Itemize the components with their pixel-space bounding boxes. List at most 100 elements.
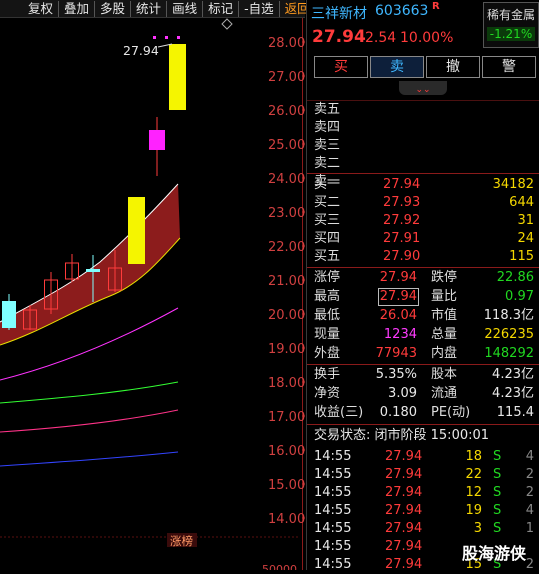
stat-row: 现量 1234 总量 226235: [314, 327, 534, 342]
trade-status: 交易状态: 闭市阶段 15:00:01: [314, 428, 490, 443]
stat-row: 外盘 77943 内盘 148292: [314, 346, 534, 361]
tick-row: 14:55 27.94 12 S 2: [314, 485, 534, 500]
y-tick-22: 22.00: [268, 240, 305, 255]
toolbar-statistics[interactable]: 统计: [131, 0, 168, 17]
chart-toolbar: 复权 叠加 多股 统计 画线 标记 -自选 返回: [0, 0, 310, 18]
vol-ratio-value: 0.97: [505, 289, 534, 304]
limit-down-value: 22.86: [496, 270, 534, 285]
marker-dot: [153, 36, 156, 39]
sector-change: -1.21%: [487, 27, 535, 41]
cur-vol-value: 1234: [383, 327, 417, 342]
sell-button[interactable]: 卖: [370, 56, 424, 78]
y-tick-17: 17.00: [268, 410, 305, 425]
bid-price: 27.93: [383, 195, 421, 210]
high-value: 27.94: [377, 288, 419, 306]
turnover-value: 5.35%: [375, 367, 417, 382]
limit-up-value: 27.94: [379, 270, 417, 285]
watermark: 股海游侠: [462, 544, 527, 563]
y-tick-15: 15.00: [268, 478, 305, 493]
buy-button[interactable]: 买: [314, 56, 368, 78]
double-chevron-down-icon: ⌄⌄: [415, 85, 431, 95]
bid-price: 27.91: [383, 231, 421, 246]
toolbar-overlay[interactable]: 叠加: [59, 0, 96, 17]
y-tick-19: 19.00: [268, 342, 305, 357]
fund-row: 收益(三) 0.180 PE(动) 115.4: [314, 405, 534, 420]
ma60-line: [0, 409, 179, 433]
ma120-line: [0, 451, 179, 467]
total-vol-value: 226235: [484, 327, 534, 342]
low-value: 26.04: [379, 308, 417, 323]
tick-row: 14:55 27.94 18 S 4: [314, 449, 534, 464]
y-tick-21: 21.00: [268, 274, 305, 289]
y-tick-18: 18.00: [268, 376, 305, 391]
quote-panel: 三祥新材 603663 R 稀有金属 -1.21% 27.94 2.54 10.…: [306, 0, 539, 572]
stat-row: 最高 27.94 量比 0.97: [314, 288, 534, 306]
volume-axis-label: 50000: [262, 563, 297, 570]
diamond-icon[interactable]: [221, 18, 233, 30]
tick-row: 14:55 27.94 22 S 2: [314, 467, 534, 482]
limit-up-candle: [169, 44, 186, 110]
fund-row: 净资 3.09 流通 4.23亿: [314, 386, 534, 401]
nav-value: 3.09: [388, 386, 417, 401]
bid-row: 买五 27.90 115: [314, 249, 534, 264]
outer-value: 77943: [375, 346, 417, 361]
mkt-cap-value: 118.3亿: [483, 308, 534, 323]
eps-value: 0.180: [379, 405, 417, 420]
ask-row: 卖五: [314, 102, 341, 117]
stock-name: 三祥新材: [311, 6, 367, 22]
toolbar-restore-rights[interactable]: 复权: [0, 0, 60, 17]
stock-code: 603663: [375, 3, 429, 19]
tick-row: 14:55 27.94 19 S 4: [314, 503, 534, 518]
collapse-toggle[interactable]: ⌄⌄: [399, 81, 447, 95]
candle: [2, 301, 16, 328]
y-tick-26: 26.00: [268, 104, 305, 119]
ma30-line: [0, 381, 179, 404]
inner-value: 148292: [484, 346, 534, 361]
pe-value: 115.4: [496, 405, 534, 420]
y-tick-24: 24.00: [268, 172, 305, 187]
bid-price: 27.94: [383, 177, 421, 192]
bid-row: 买四 27.91 24: [314, 231, 534, 246]
bid-row: 买一 27.94 34182: [314, 177, 534, 192]
toolbar-draw-line[interactable]: 画线: [167, 0, 204, 17]
toolbar-multi-stock[interactable]: 多股: [95, 0, 132, 17]
limit-up-candle: [128, 197, 145, 264]
y-tick-23: 23.00: [268, 206, 305, 221]
bid-volume: 115: [509, 249, 534, 264]
stat-row: 涨停 27.94 跌停 22.86: [314, 270, 534, 285]
limit-tag: 涨榜: [170, 534, 193, 548]
cancel-button[interactable]: 撤: [426, 56, 480, 78]
toolbar-watchlist[interactable]: -自选: [239, 0, 280, 17]
y-tick-25: 25.00: [268, 138, 305, 153]
bid-volume: 644: [509, 195, 534, 210]
bid-volume: 31: [517, 213, 534, 228]
bid-row: 买二 27.93 644: [314, 195, 534, 210]
y-axis-ticks: 28.00 27.00 26.00 25.00 24.00 23.00 22.0…: [268, 36, 305, 527]
bid-row: 买三 27.92 31: [314, 213, 534, 228]
candle: [149, 130, 165, 150]
last-price: 27.94: [312, 27, 366, 47]
bid-volume: 24: [517, 231, 534, 246]
sector-box[interactable]: 稀有金属 -1.21%: [483, 2, 539, 48]
toolbar-mark[interactable]: 标记: [203, 0, 240, 17]
fund-row: 换手 5.35% 股本 4.23亿: [314, 367, 534, 382]
alert-button[interactable]: 警: [482, 56, 536, 78]
marker-dot: [177, 36, 180, 39]
kline-chart[interactable]: 28.00 27.00 26.00 25.00 24.00 23.00 22.0…: [0, 18, 305, 570]
bid-volume: 34182: [492, 177, 534, 192]
y-tick-14: 14.00: [268, 512, 305, 527]
y-tick-28: 28.00: [268, 36, 305, 51]
stock-flag: R: [432, 1, 440, 12]
ask-row: 卖四: [314, 120, 341, 135]
tick-row: 14:55 27.94 3 S 1: [314, 521, 534, 536]
marker-dot: [165, 36, 168, 39]
high-value-label: 27.94: [123, 43, 159, 58]
bid-price: 27.90: [383, 249, 421, 264]
y-tick-20: 20.00: [268, 308, 305, 323]
candle: [86, 269, 100, 272]
ask-row: 卖三: [314, 138, 341, 153]
price-change-pct: 10.00%: [400, 30, 454, 46]
stat-row: 最低 26.04 市值 118.3亿: [314, 308, 534, 323]
bid-price: 27.92: [383, 213, 421, 228]
ask-row: 卖二: [314, 156, 341, 171]
